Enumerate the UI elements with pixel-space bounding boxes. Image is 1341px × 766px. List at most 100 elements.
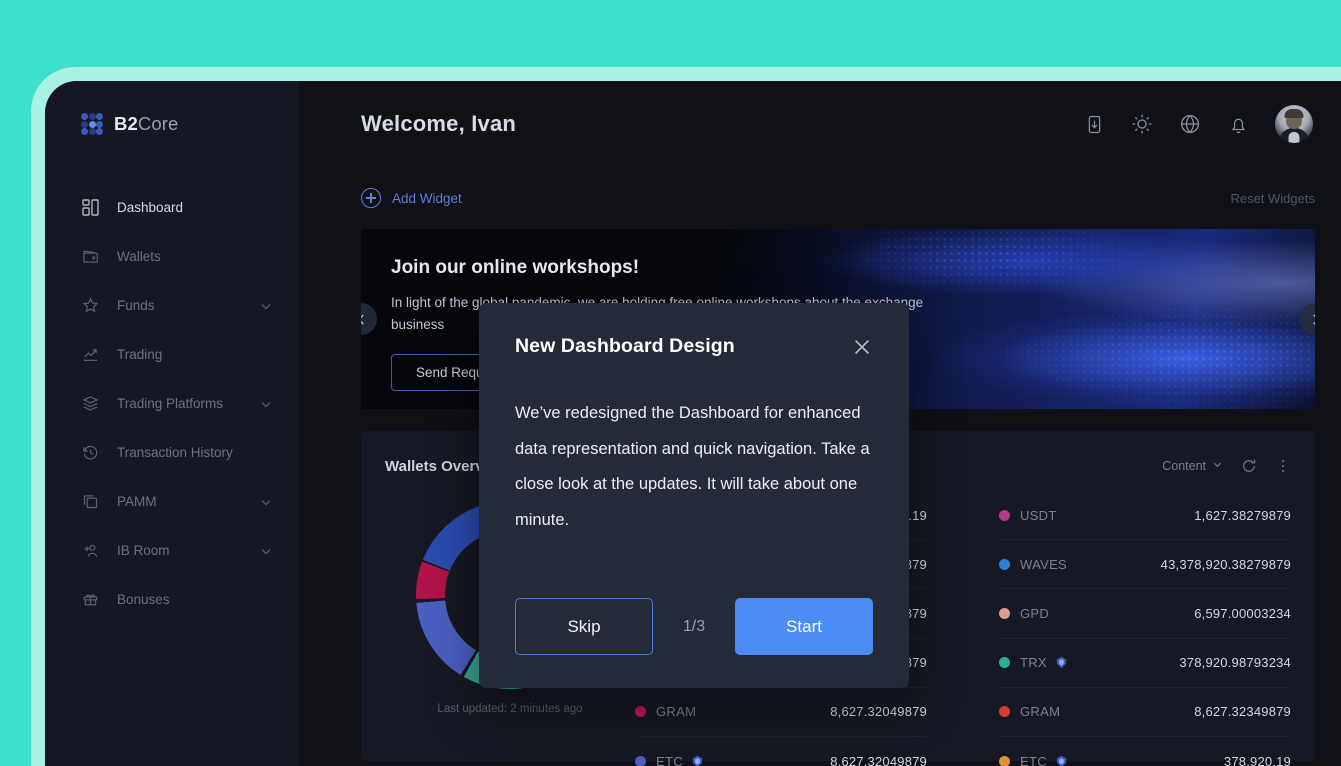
coin-color-dot [999,558,1010,570]
sidebar-item-wallets[interactable]: Wallets [45,232,299,281]
brand-b2: B2 [114,113,138,134]
wallet-row[interactable]: TRX 378,920.98793234 [999,639,1291,688]
chevron-down-icon [1212,459,1223,473]
wallet-icon [81,247,100,266]
wallets-widget-tools: Content [1162,458,1291,475]
wallet-row[interactable]: GRAM 8,627.32049879 [635,688,927,737]
sidebar-item-label: Trading Platforms [117,396,224,411]
chevron-down-icon[interactable] [259,495,273,509]
coin-color-dot [999,607,1010,619]
sun-icon[interactable] [1131,113,1153,135]
top-header: Welcome, Ivan [299,81,1341,167]
coin-color-dot [635,756,646,766]
wallet-row[interactable]: GPD 6,597.00003234 [999,589,1291,639]
add-widget-label: Add Widget [392,190,462,206]
sidebar-item-label: IB Room [117,543,170,558]
coin-balance: 8,627.32049879 [830,754,927,766]
layers-icon [81,394,100,413]
dashboard-icon [81,198,100,217]
avatar[interactable] [1275,105,1313,143]
device-frame: B2Core Dashboard Wallets Funds Trading T… [31,67,1341,766]
wallet-row[interactable]: ETC 378,920.19 [999,737,1291,766]
header-actions [1083,105,1313,143]
wallet-row[interactable]: GRAM 8,627.32349879 [999,688,1291,737]
brand-core: Core [137,113,179,134]
avatar-hair [1284,109,1304,119]
sidebar-item-label: Funds [117,298,155,313]
close-icon[interactable] [851,336,873,358]
sidebar-item-label: Wallets [117,249,161,264]
coin-color-dot [635,706,646,718]
network-badge-icon [691,755,704,766]
brand-text: B2Core [114,113,178,135]
banner-title: Join our online workshops! [391,257,640,278]
sidebar-item-label: Transaction History [117,445,233,460]
wallet-row[interactable]: ETC 8,627.32049879 [635,737,927,766]
coin-color-dot [999,509,1010,521]
page-title: Welcome, Ivan [361,111,517,136]
coin-name: ETC [656,754,683,766]
coin-balance: 378,920.19 [1223,754,1291,766]
sidebar-item-funds[interactable]: Funds [45,281,299,330]
star-icon [81,296,100,315]
sidebar-item-dashboard[interactable]: Dashboard [45,183,299,232]
kebab-menu-icon[interactable] [1274,458,1291,475]
users-icon [81,541,100,560]
sidebar-item-transaction-history[interactable]: Transaction History [45,428,299,477]
sidebar: B2Core Dashboard Wallets Funds Trading T… [45,81,299,766]
modal-header: New Dashboard Design [515,335,873,358]
sidebar-item-label: PAMM [117,494,157,509]
refresh-icon[interactable] [1240,458,1257,475]
skip-button[interactable]: Skip [515,598,653,655]
modal-title: New Dashboard Design [515,335,735,357]
coin-color-dot [999,706,1010,718]
coin-name: GPD [1020,605,1050,621]
coin-color-dot [999,756,1010,766]
trending-up-icon [81,345,100,364]
coin-balance: 43,378,920.38279879 [1160,556,1291,572]
onboarding-modal: New Dashboard Design We’ve redesigned th… [479,303,909,688]
modal-actions: Skip 1/3 Start [515,598,873,655]
sidebar-item-bonuses[interactable]: Bonuses [45,575,299,624]
content-dropdown[interactable]: Content [1162,459,1223,473]
coin-name: WAVES [1020,556,1068,572]
coin-balance: 8,627.32049879 [830,704,927,720]
coin-name: ETC [1020,754,1047,766]
chevron-down-icon[interactable] [259,397,273,411]
reset-widgets-button[interactable]: Reset Widgets [1230,191,1315,206]
wallet-row[interactable]: WAVES 43,378,920.38279879 [999,540,1291,590]
coin-balance: 1,627.38279879 [1194,507,1291,523]
content-dropdown-label: Content [1162,459,1206,473]
avatar-shirt [1288,132,1300,143]
last-updated-label: Last updated: 2 minutes ago [437,703,583,715]
add-widget-button[interactable]: Add Widget [361,188,462,208]
sidebar-item-label: Dashboard [117,200,184,215]
brand-logo[interactable]: B2Core [45,81,299,167]
sidebar-item-ib-room[interactable]: IB Room [45,526,299,575]
coin-name: GRAM [1020,704,1061,720]
mobile-download-icon[interactable] [1083,113,1105,135]
gift-icon [81,590,100,609]
sidebar-item-trading[interactable]: Trading [45,330,299,379]
coin-name: GRAM [656,704,697,720]
sidebar-item-trading-platforms[interactable]: Trading Platforms [45,379,299,428]
modal-body-text: We’ve redesigned the Dashboard for enhan… [515,404,870,529]
bell-icon[interactable] [1227,113,1249,135]
sidebar-nav-list: Dashboard Wallets Funds Trading Trading … [45,183,299,624]
start-button[interactable]: Start [735,598,873,655]
coin-balance: 378,920.98793234 [1179,655,1291,671]
chevron-down-icon[interactable] [259,544,273,558]
wallets-list-right: USDT 1,627.38279879 WAVES 43,378,920.382798… [963,487,1291,766]
plus-circle-icon [361,188,381,208]
b2core-logo-icon [81,113,103,135]
copy-icon [81,492,100,511]
chevron-down-icon[interactable] [259,299,273,313]
wallet-row[interactable]: USDT 1,627.38279879 [999,491,1291,541]
widget-toolbar: Add Widget Reset Widgets [361,167,1315,229]
coin-name: USDT [1020,507,1057,523]
globe-icon[interactable] [1179,113,1201,135]
history-icon [81,443,100,462]
sidebar-item-pamm[interactable]: PAMM [45,477,299,526]
coin-balance: 8,627.32349879 [1194,704,1291,720]
sidebar-item-label: Trading [117,347,163,362]
